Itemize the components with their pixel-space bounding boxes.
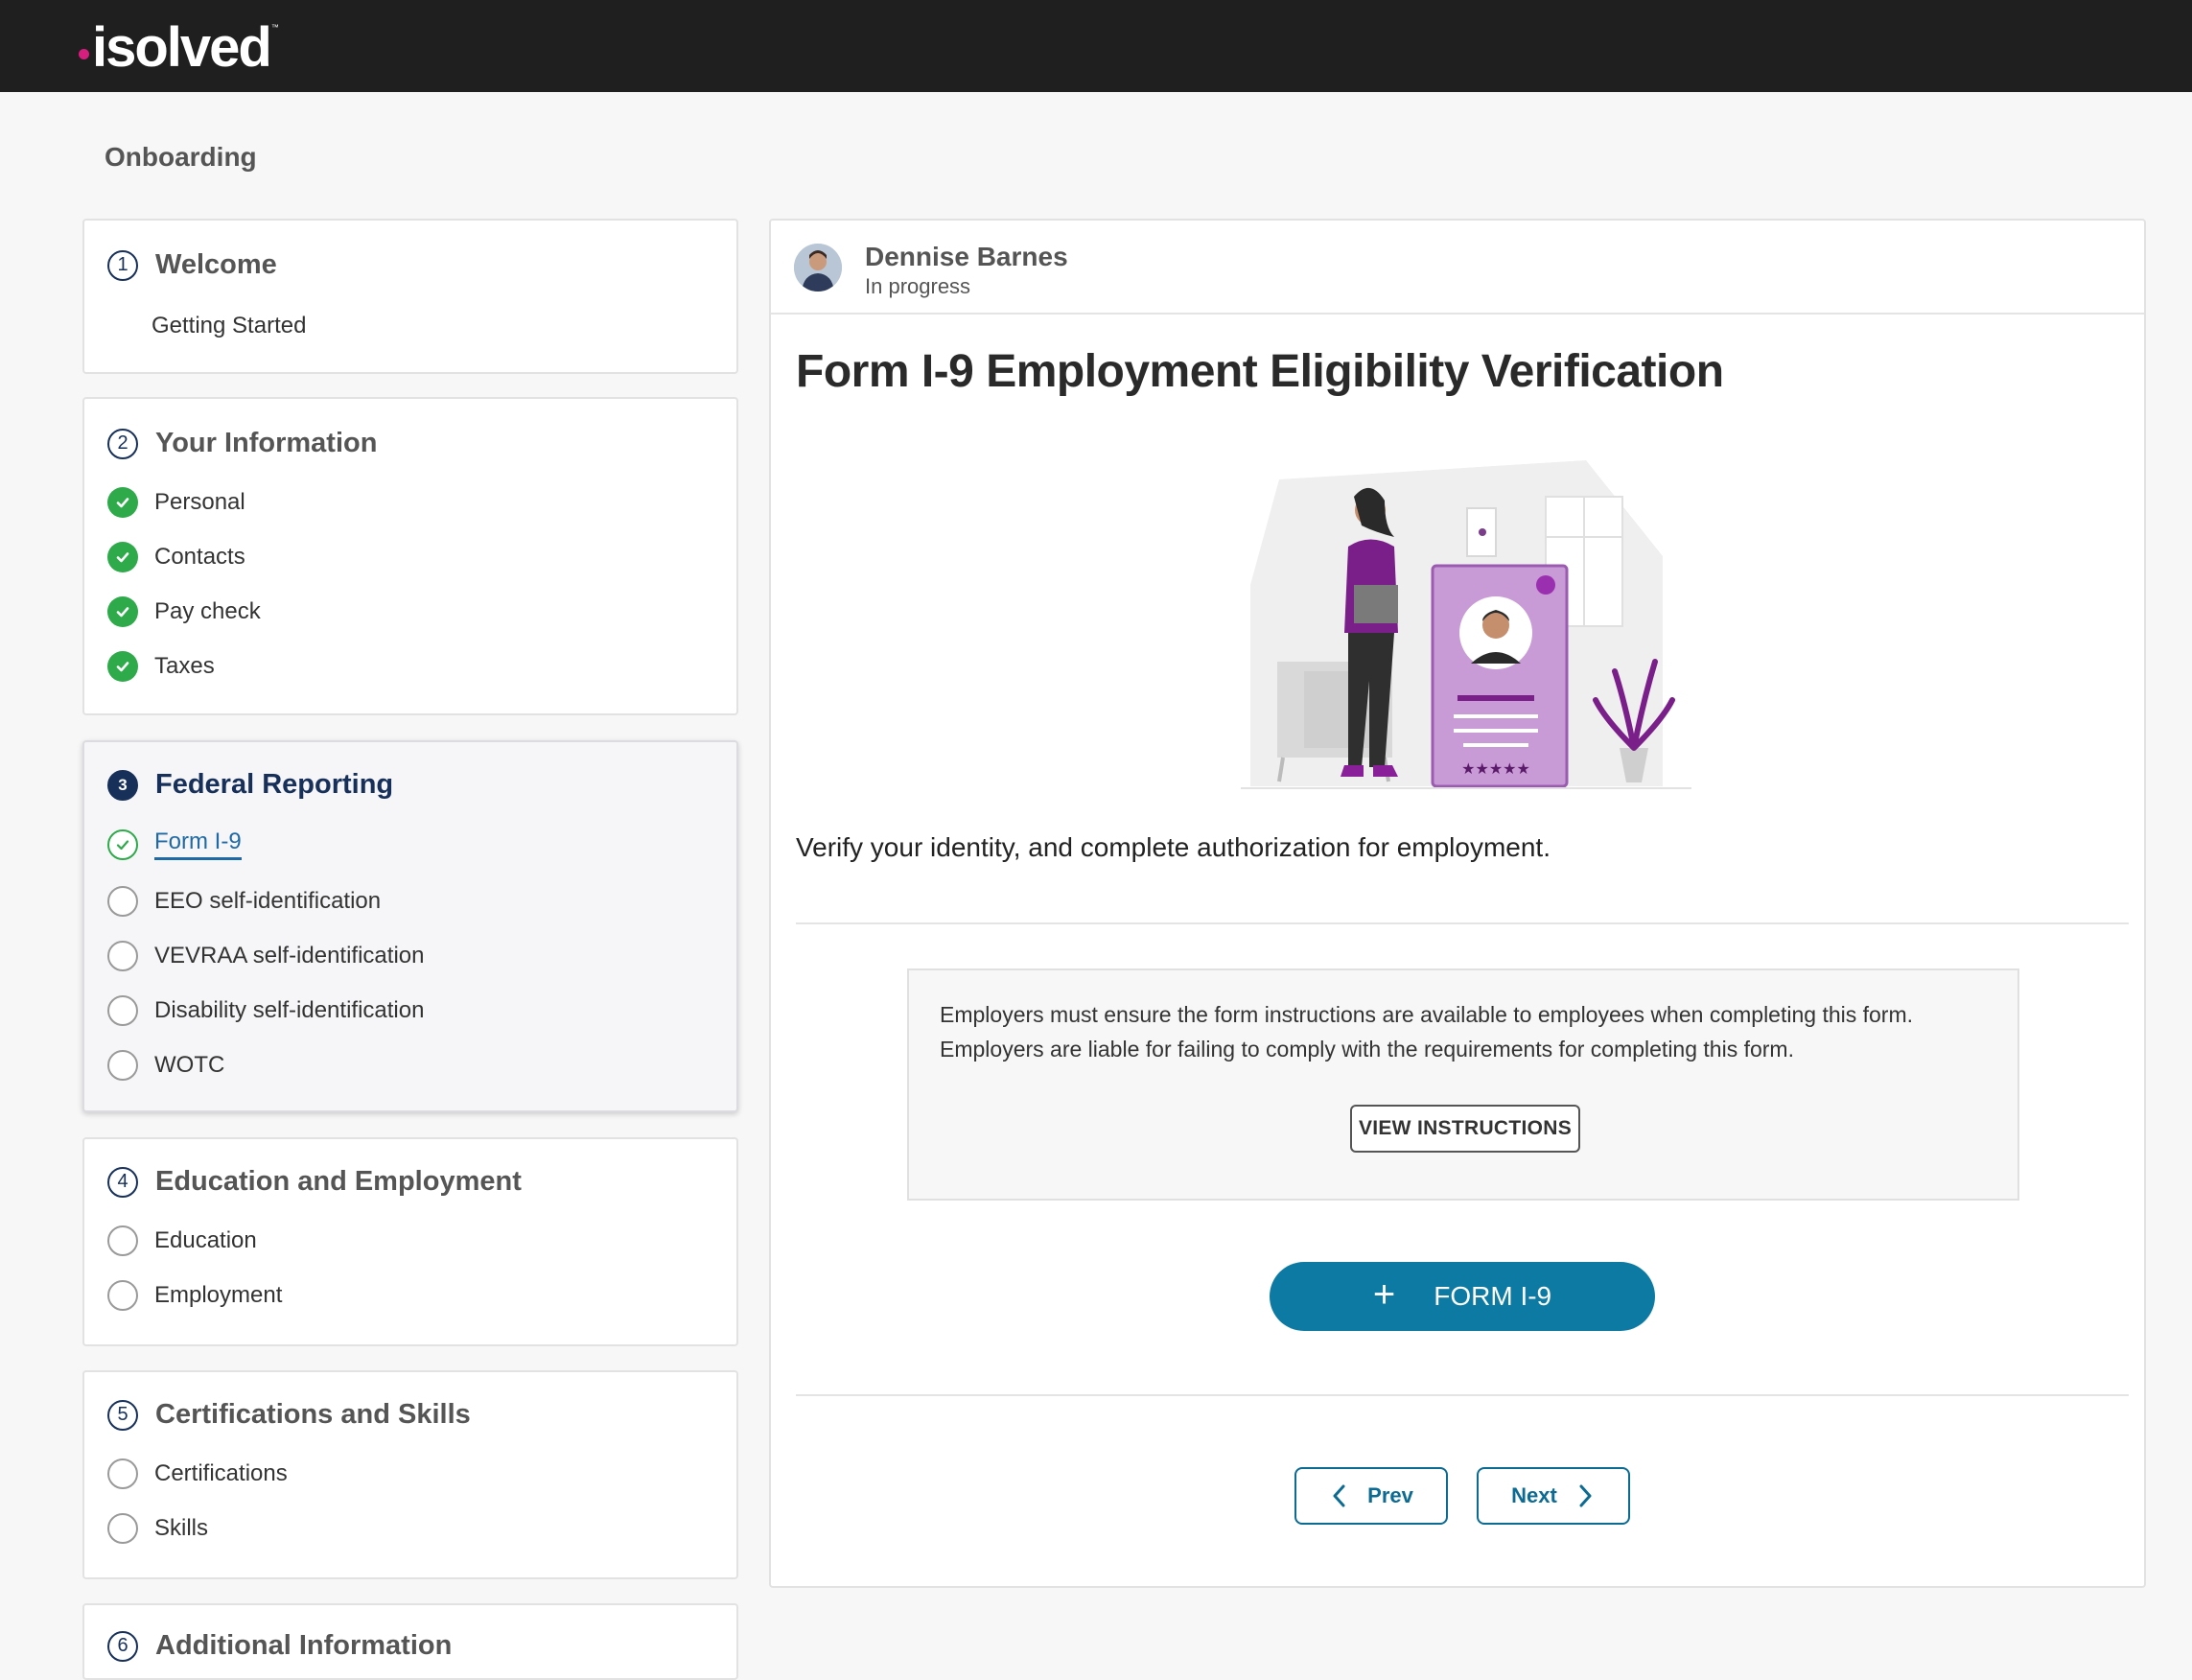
check-circle-icon	[107, 828, 138, 860]
empty-circle-icon	[107, 1225, 138, 1256]
step-card-federal-reporting: 3 Federal Reporting Form I-9 EEO self-id…	[82, 740, 738, 1112]
svg-text:★★★★★: ★★★★★	[1461, 759, 1530, 778]
step-card-education-employment: 4 Education and Employment Education Emp…	[82, 1137, 738, 1346]
step-number: 6	[107, 1630, 138, 1662]
step-item-taxes[interactable]: Taxes	[107, 651, 215, 682]
step-card-certifications-skills: 5 Certifications and Skills Certificatio…	[82, 1370, 738, 1579]
step-title: Federal Reporting	[155, 769, 394, 800]
step-title: Certifications and Skills	[155, 1399, 471, 1430]
step-number: 4	[107, 1166, 138, 1198]
empty-circle-icon	[107, 1280, 138, 1311]
trademark-mark: ™	[270, 23, 279, 32]
step-item-label: WOTC	[154, 1052, 225, 1078]
step-item-label: Skills	[154, 1515, 209, 1541]
divider	[796, 922, 2129, 924]
step-card-welcome: 1 Welcome Getting Started	[82, 219, 738, 374]
empty-circle-icon	[107, 995, 138, 1026]
empty-circle-icon	[107, 941, 138, 971]
step-item-skills[interactable]: Skills	[107, 1513, 208, 1544]
step-item-wotc[interactable]: WOTC	[107, 1050, 224, 1081]
step-header[interactable]: 5 Certifications and Skills	[107, 1399, 471, 1431]
user-header: Dennise Barnes In progress	[771, 221, 2144, 315]
check-icon	[107, 596, 138, 627]
step-number: 2	[107, 428, 138, 459]
isolved-logo[interactable]: isolved ™	[79, 13, 279, 81]
onboarding-illustration: ★★★★★	[1241, 441, 1691, 796]
step-number: 3	[107, 769, 138, 801]
check-icon	[107, 651, 138, 682]
prev-label: Prev	[1367, 1483, 1413, 1507]
view-instructions-button[interactable]: VIEW INSTRUCTIONS	[1350, 1105, 1580, 1153]
step-item-education[interactable]: Education	[107, 1225, 257, 1256]
step-item-label: Taxes	[154, 653, 215, 679]
step-header[interactable]: 4 Education and Employment	[107, 1166, 522, 1198]
user-name: Dennise Barnes	[865, 242, 1068, 271]
empty-circle-icon	[107, 1458, 138, 1489]
step-item-label: EEO self-identification	[154, 888, 382, 914]
step-title: Additional Information	[155, 1630, 453, 1661]
check-icon	[107, 542, 138, 572]
step-item-label: Disability self-identification	[154, 997, 425, 1023]
chevron-right-icon	[1579, 1484, 1592, 1507]
plus-icon: +	[1372, 1273, 1396, 1316]
step-title: Your Information	[155, 428, 378, 458]
step-item-label: Personal	[154, 489, 245, 515]
step-header[interactable]: 1 Welcome	[107, 249, 277, 281]
step-item-employment[interactable]: Employment	[107, 1280, 282, 1311]
divider	[796, 1394, 2129, 1396]
step-number: 5	[107, 1399, 138, 1431]
step-title: Education and Employment	[155, 1166, 522, 1197]
step-item-getting-started[interactable]: Getting Started	[152, 313, 306, 339]
notice-line: Employers are liable for failing to comp…	[940, 1037, 1794, 1062]
step-item-pay-check[interactable]: Pay check	[107, 596, 261, 627]
top-bar: isolved ™	[0, 0, 2192, 92]
form-title: Form I-9 Employment Eligibility Verifica…	[796, 346, 1724, 397]
logo-text: isolved	[92, 15, 272, 79]
step-title: Welcome	[155, 249, 277, 280]
notice-line: Employers must ensure the form instructi…	[940, 1002, 1914, 1027]
step-number: 1	[107, 249, 138, 281]
step-item-disability[interactable]: Disability self-identification	[107, 995, 424, 1026]
step-item-personal[interactable]: Personal	[107, 487, 245, 518]
step-card-your-information: 2 Your Information Personal Contacts Pay…	[82, 397, 738, 715]
user-status: In progress	[865, 274, 971, 298]
empty-circle-icon	[107, 1050, 138, 1081]
step-item-label: Certifications	[154, 1460, 288, 1486]
instructions-notice: Employers must ensure the form instructi…	[907, 968, 2019, 1201]
form-description: Verify your identity, and complete autho…	[796, 832, 1551, 862]
prev-button[interactable]: Prev	[1294, 1467, 1448, 1525]
step-item-label: Form I-9	[154, 828, 242, 860]
step-item-vevraa[interactable]: VEVRAA self-identification	[107, 941, 424, 971]
next-label: Next	[1511, 1483, 1557, 1507]
form-panel: Dennise Barnes In progress Form I-9 Empl…	[769, 219, 2146, 1588]
step-item-label: Employment	[154, 1282, 283, 1308]
step-item-form-i9[interactable]: Form I-9	[107, 828, 242, 860]
step-card-additional-information: 6 Additional Information	[82, 1603, 738, 1680]
add-form-i9-button[interactable]: + FORM I-9	[1270, 1262, 1655, 1331]
step-item-certifications[interactable]: Certifications	[107, 1458, 288, 1489]
step-item-label: Education	[154, 1227, 257, 1253]
page-title: Onboarding	[105, 142, 257, 172]
empty-circle-icon	[107, 1513, 138, 1544]
step-item-label: Contacts	[154, 544, 245, 570]
step-item-label: Pay check	[154, 598, 261, 624]
chevron-left-icon	[1333, 1484, 1345, 1507]
step-item-contacts[interactable]: Contacts	[107, 542, 245, 572]
next-button[interactable]: Next	[1477, 1467, 1630, 1525]
step-header[interactable]: 2 Your Information	[107, 428, 377, 459]
step-item-eeo[interactable]: EEO self-identification	[107, 886, 381, 917]
empty-circle-icon	[107, 886, 138, 917]
step-header[interactable]: 6 Additional Information	[107, 1630, 452, 1662]
step-header[interactable]: 3 Federal Reporting	[107, 769, 393, 801]
notice-text: Employers must ensure the form instructi…	[940, 997, 1994, 1066]
step-item-label: VEVRAA self-identification	[154, 943, 425, 968]
check-icon	[107, 487, 138, 518]
logo-dot-icon	[79, 48, 89, 59]
add-form-i9-label: FORM I-9	[1434, 1281, 1552, 1311]
avatar	[794, 244, 842, 292]
